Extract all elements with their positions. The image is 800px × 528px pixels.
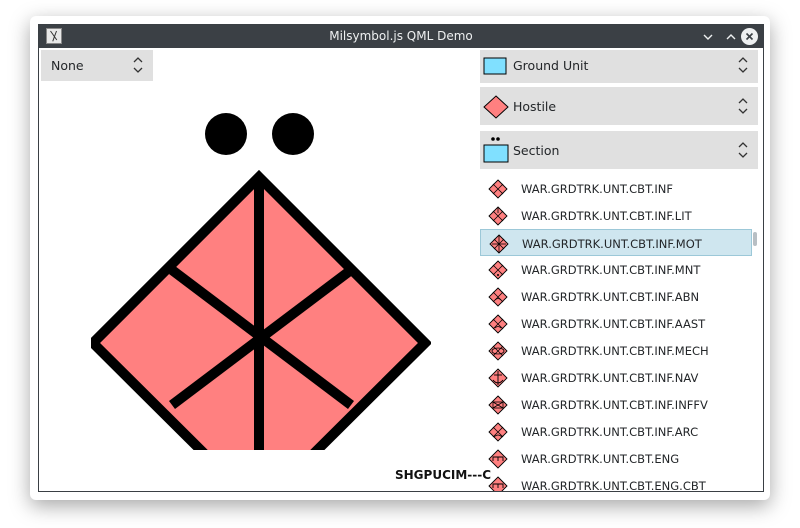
symbol-list-item-label: WAR.GRDTRK.UNT.CBT.INF.NAV <box>521 371 699 385</box>
hostile-infantry-icon <box>488 179 508 199</box>
symbol-list-item[interactable]: WAR.GRDTRK.UNT.CBT.ENG.CBT <box>480 472 752 491</box>
echelon-select[interactable]: Section <box>480 131 758 169</box>
symbol-list-item-label: WAR.GRDTRK.UNT.CBT.INF <box>521 182 673 196</box>
symbol-list-item[interactable]: WAR.GRDTRK.UNT.CBT.INF <box>480 175 752 202</box>
symbol-list-item-label: WAR.GRDTRK.UNT.CBT.INF.MNT <box>521 263 701 277</box>
symbol-list-item[interactable]: WAR.GRDTRK.UNT.CBT.INF.MECH <box>480 337 752 364</box>
symbol-list-item[interactable]: WAR.GRDTRK.UNT.CBT.INF.NAV <box>480 364 752 391</box>
echelon-dot-right <box>272 113 314 155</box>
minimize-button[interactable] <box>699 28 716 45</box>
updown-arrows-icon <box>133 56 143 74</box>
dimension-select[interactable]: Ground Unit <box>480 50 758 83</box>
symbol-list-item[interactable]: WAR.GRDTRK.UNT.CBT.INF.LIT <box>480 202 752 229</box>
title-bar[interactable]: Milsymbol.js QML Demo <box>39 25 763 48</box>
window-title: Milsymbol.js QML Demo <box>329 29 473 43</box>
symbol-list-item[interactable]: WAR.GRDTRK.UNT.CBT.INF.MOT <box>480 229 752 256</box>
symbol-list-item-label: WAR.GRDTRK.UNT.CBT.INF.LIT <box>521 209 692 223</box>
symbol-list-item-label: WAR.GRDTRK.UNT.CBT.INF.MECH <box>521 344 709 358</box>
hostile-infantry-icon <box>488 476 508 491</box>
maximize-button[interactable] <box>722 28 739 45</box>
symbol-list-item[interactable]: WAR.GRDTRK.UNT.CBT.INF.INFFV <box>480 391 752 418</box>
affiliation-select[interactable]: Hostile <box>480 87 758 125</box>
main-content: None SHGPUCIM---C Ground Unit Hostile Se… <box>39 48 763 491</box>
chevron-up-icon <box>726 33 735 39</box>
symbol-list-item[interactable]: WAR.GRDTRK.UNT.CBT.INF.MNT <box>480 256 752 283</box>
section-echelon-icon <box>483 137 509 163</box>
symbol-preview <box>91 113 431 450</box>
hostile-icon <box>483 95 509 119</box>
modifier-select[interactable]: None <box>41 50 153 81</box>
symbol-list[interactable]: WAR.GRDTRK.UNT.CBT.INF WAR.GRDTRK.UNT.CBT… <box>480 175 758 491</box>
hostile-infantry-icon <box>488 368 508 388</box>
updown-arrows-icon <box>738 56 748 74</box>
echelon-select-value: Section <box>513 143 560 158</box>
symbol-list-item-label: WAR.GRDTRK.UNT.CBT.ENG <box>521 452 680 466</box>
hostile-infantry-icon <box>488 422 508 442</box>
symbol-list-item[interactable]: WAR.GRDTRK.UNT.CBT.INF.ABN <box>480 283 752 310</box>
chevron-down-icon <box>703 34 712 40</box>
close-icon <box>745 32 754 41</box>
symbol-list-item-label: WAR.GRDTRK.UNT.CBT.INF.ARC <box>521 425 699 439</box>
symbol-list-item-label: WAR.GRDTRK.UNT.CBT.INF.ABN <box>521 290 700 304</box>
close-button[interactable] <box>741 28 758 45</box>
hostile-infantry-icon <box>488 206 508 226</box>
hostile-infantry-icon <box>488 395 508 415</box>
echelon-dot-left <box>205 113 247 155</box>
hostile-infantry-icon <box>488 341 508 361</box>
symbol-list-item-label: WAR.GRDTRK.UNT.CBT.INF.INFFV <box>521 398 708 412</box>
symbol-list-item[interactable]: WAR.GRDTRK.UNT.CBT.INF.ARC <box>480 418 752 445</box>
modifier-select-value: None <box>51 58 84 73</box>
symbol-list-item-label: WAR.GRDTRK.UNT.CBT.ENG.CBT <box>521 479 706 491</box>
symbol-list-item-label: WAR.GRDTRK.UNT.CBT.INF.MOT <box>522 237 702 251</box>
hostile-infantry-icon <box>488 287 508 307</box>
app-window: Milsymbol.js QML Demo None SHGPUCIM---C … <box>38 24 764 492</box>
updown-arrows-icon <box>738 97 748 115</box>
list-scrollbar[interactable] <box>753 232 757 246</box>
hostile-infantry-icon <box>488 449 508 469</box>
symbol-list-item[interactable]: WAR.GRDTRK.UNT.CBT.INF.AAST <box>480 310 752 337</box>
updown-arrows-icon <box>738 141 748 159</box>
affiliation-select-value: Hostile <box>513 99 557 114</box>
symbol-list-item[interactable]: WAR.GRDTRK.UNT.CBT.ENG <box>480 445 752 472</box>
hostile-infantry-icon <box>488 260 508 280</box>
hostile-infantry-icon <box>488 314 508 334</box>
dimension-select-value: Ground Unit <box>513 58 589 73</box>
hostile-infantry-icon <box>489 234 509 254</box>
sidc-label: SHGPUCIM---C <box>395 468 492 482</box>
ground-unit-icon <box>483 57 507 75</box>
symbol-list-item-label: WAR.GRDTRK.UNT.CBT.INF.AAST <box>521 317 706 331</box>
